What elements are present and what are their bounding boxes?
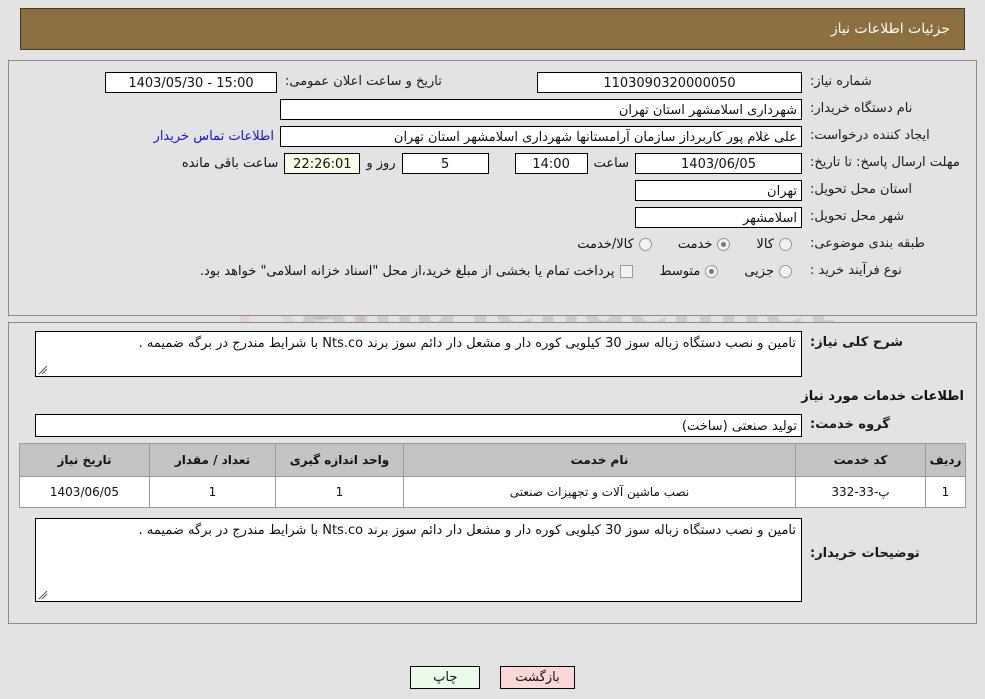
category-radio-group: کالا خدمت کالا/خدمت [561,237,802,252]
announce-label: تاریخ و ساعت اعلان عمومی: [285,73,442,89]
cell-need-date: 1403/06/05 [19,476,150,508]
th-service-name: نام خدمت [403,443,796,477]
buyer-notes-text: تامین و نصب دستگاه زباله سوز 30 کیلویی ک… [138,523,796,538]
row-service-group: گروه خدمت: تولید صنعتی (ساخت) [15,414,970,437]
cell-service-name: نصب ماشین آلات و تجهیزات صنعتی [403,476,796,508]
announce-value: 15:00 - 1403/05/30 [105,71,277,93]
days-word: روز و [366,155,396,171]
footer-buttons: بازگشت چاپ [0,666,985,689]
deadline-label: مهلت ارسال پاسخ: تا تاریخ: [810,154,960,170]
buyer-org-label: نام دستگاه خریدار: [810,100,913,116]
row-buyer-org: نام دستگاه خریدار: شهرداری اسلامشهر استا… [15,98,970,120]
buyer-contact-link[interactable]: اطلاعات تماس خریدار [148,129,280,144]
back-button[interactable]: بازگشت [500,666,575,689]
radio-process-motevaset-label: متوسط [659,263,701,279]
page-header: جزئیات اطلاعات نیاز [20,8,965,50]
cell-row-index: 1 [925,476,966,508]
resize-grip-icon[interactable] [38,590,48,600]
row-summary: شرح کلی نیاز: تامین و نصب دستگاه زباله س… [15,331,970,377]
buyer-notes-label: توضیحات خریدار: [810,546,920,561]
row-province: استان محل تحویل: تهران [15,179,970,201]
timer-suffix: ساعت باقی مانده [181,155,279,171]
row-deadline: مهلت ارسال پاسخ: تا تاریخ: 1403/06/05 سا… [15,152,970,174]
resize-grip-icon[interactable] [38,365,48,375]
radio-category-kala-khedmat[interactable] [638,237,652,251]
service-group-label: گروه خدمت: [810,417,890,433]
radio-process-motevaset[interactable] [705,264,719,278]
process-label: نوع فرآیند خرید : [810,262,902,278]
th-unit: واحد اندازه گیری [275,443,404,477]
radio-process-jozei[interactable] [779,264,792,278]
creator-label: ایجاد کننده درخواست: [810,127,930,143]
category-label: طبقه بندی موضوعی: [810,235,926,251]
radio-category-kala-khedmat-label: کالا/خدمت [577,236,634,252]
summary-textarea[interactable]: تامین و نصب دستگاه زباله سوز 30 کیلویی ک… [35,331,802,377]
th-quantity: تعداد / مقدار [149,443,276,477]
treasury-checkbox[interactable] [620,264,634,278]
summary-text: تامین و نصب دستگاه زباله سوز 30 کیلویی ک… [138,336,796,351]
th-service-code: کد خدمت [795,443,926,477]
table-header-row: ردیف کد خدمت نام خدمت واحد اندازه گیری ت… [19,443,966,477]
row-buyer-notes: توضیحات خریدار: تامین و نصب دستگاه زباله… [15,518,970,602]
table-row: 1 پ-33-332 نصب ماشین آلات و تجهیزات صنعت… [19,476,966,508]
radio-category-kala-label: کالا [756,236,774,252]
th-row-index: ردیف [925,443,966,477]
page-title: جزئیات اطلاعات نیاز [830,21,950,37]
row-process: نوع فرآیند خرید : جزیی متوسط پرداخت تمام… [15,260,970,282]
row-city: شهر محل تحویل: اسلامشهر [15,206,970,228]
buyer-org-value: شهرداری اسلامشهر استان تهران [280,98,802,120]
need-details-panel: شرح کلی نیاز: تامین و نصب دستگاه زباله س… [8,322,977,624]
print-button[interactable]: چاپ [410,666,481,689]
services-section-title: اطلاعات خدمات مورد نیاز [801,389,964,404]
cell-quantity: 1 [149,476,276,508]
row-creator: ایجاد کننده درخواست: علی غلام پور کاربرد… [15,125,970,147]
services-table: ردیف کد خدمت نام خدمت واحد اندازه گیری ت… [19,443,966,508]
process-radio-group: جزیی متوسط پرداخت تمام یا بخشی از مبلغ خ… [200,264,802,279]
treasury-note: پرداخت تمام یا بخشی از مبلغ خرید،از محل … [199,263,615,279]
radio-process-jozei-label: جزیی [744,263,774,279]
creator-value: علی غلام پور کاربرداز سازمان آرامستانها … [280,125,802,147]
cell-unit: 1 [275,476,404,508]
need-number-label: شماره نیاز: [810,73,872,89]
deadline-date: 1403/06/05 [635,152,802,174]
province-value: تهران [635,179,802,201]
buyer-notes-textarea[interactable]: تامین و نصب دستگاه زباله سوز 30 کیلویی ک… [35,518,802,602]
summary-label: شرح کلی نیاز: [810,335,904,350]
need-info-panel: شماره نیاز: 1103090320000050 تاریخ و ساع… [8,60,977,316]
row-need-number: شماره نیاز: 1103090320000050 تاریخ و ساع… [15,71,970,93]
cell-service-code: پ-33-332 [795,476,926,508]
service-group-value: تولید صنعتی (ساخت) [35,414,802,437]
deadline-time: 14:00 [514,152,588,174]
province-label: استان محل تحویل: [810,181,912,197]
countdown-timer: 22:26:01 [284,152,361,174]
hour-word: ساعت [593,155,629,171]
radio-category-khedmat[interactable] [717,237,731,251]
th-need-date: تاریخ نیاز [19,443,150,477]
radio-category-khedmat-label: خدمت [677,236,713,252]
city-label: شهر محل تحویل: [810,208,905,224]
radio-category-kala[interactable] [779,237,792,251]
row-category: طبقه بندی موضوعی: کالا خدمت کالا/خدمت [15,233,970,255]
days-left-value: 5 [401,152,489,174]
city-value: اسلامشهر [635,206,802,228]
need-number-value: 1103090320000050 [537,71,802,93]
